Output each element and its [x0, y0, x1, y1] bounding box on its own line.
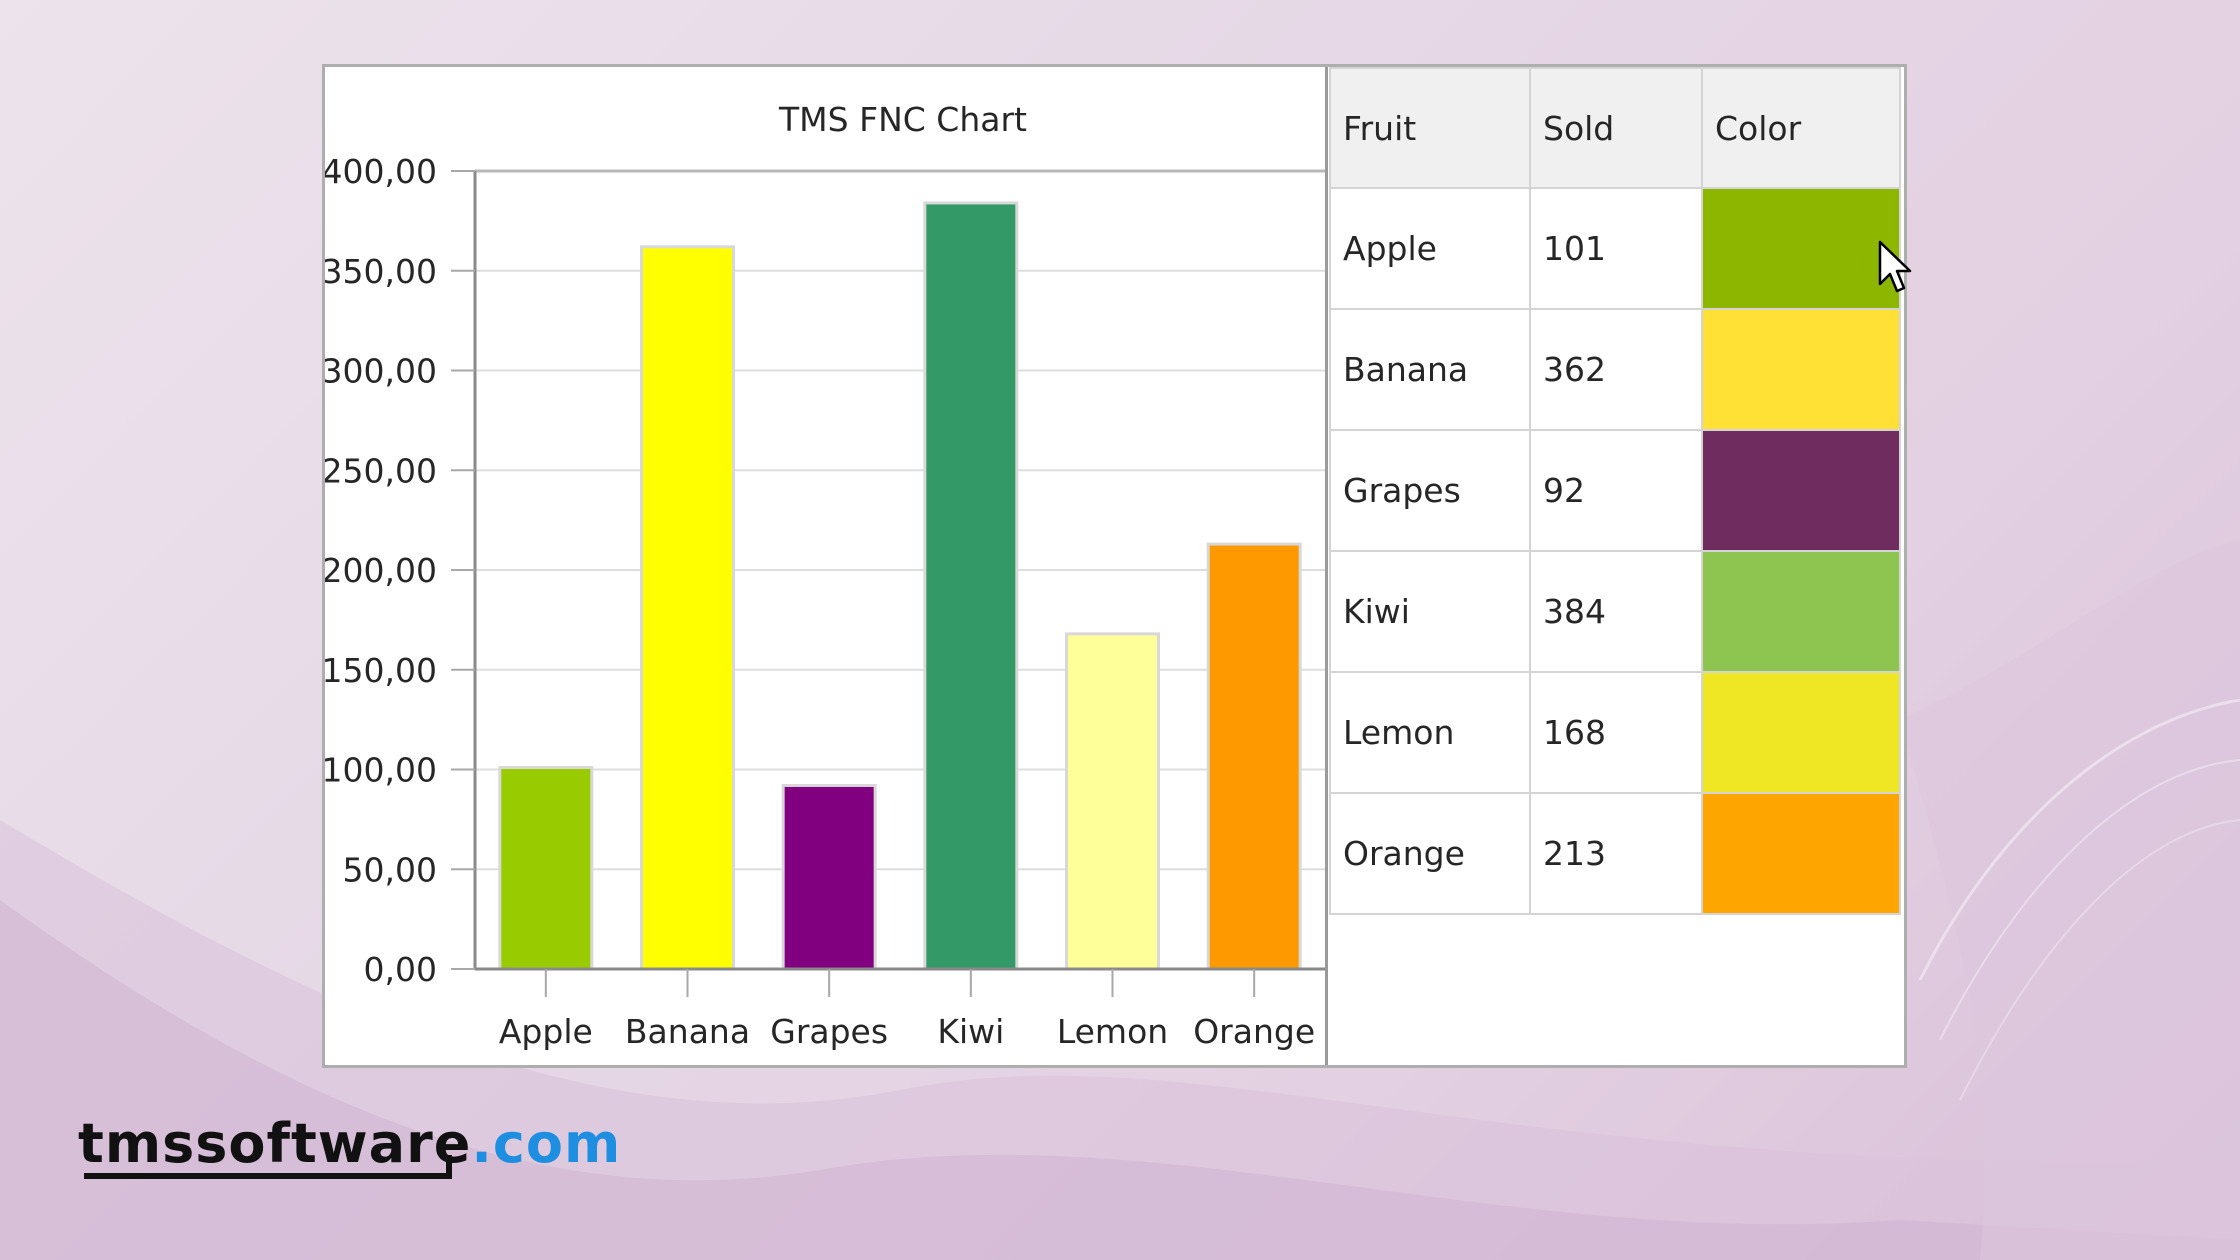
table-row[interactable]: Apple 101	[1329, 187, 1901, 310]
logo-underline-tick	[446, 1155, 452, 1179]
cell-sold[interactable]: 101	[1529, 187, 1703, 310]
y-tick-label: 350,00	[325, 252, 437, 291]
x-tick-label: Apple	[499, 1012, 593, 1051]
bar-lemon[interactable]	[1065, 632, 1160, 971]
gridlines	[475, 269, 1325, 871]
bar-banana[interactable]	[640, 245, 735, 971]
table-header-row: Fruit Sold Color	[1329, 67, 1901, 189]
x-axis: Apple Banana Grapes Kiwi Lemon Orange	[499, 969, 1315, 1051]
chart-title: TMS FNC Chart	[778, 100, 1027, 139]
table-row[interactable]: Lemon 168	[1329, 671, 1901, 794]
logo-domain-text: .com	[471, 1112, 622, 1175]
color-swatch	[1703, 189, 1899, 308]
y-tick-label: 100,00	[325, 751, 437, 790]
cell-color[interactable]	[1701, 308, 1901, 431]
cell-color[interactable]	[1701, 550, 1901, 673]
x-tick-label: Orange	[1193, 1012, 1315, 1051]
column-header-color[interactable]: Color	[1701, 67, 1901, 189]
y-tick-label: 250,00	[325, 451, 437, 490]
cell-color[interactable]	[1701, 429, 1901, 552]
y-axis: 0,00 50,00 100,00 150,00 200,00 250,00 300,00 3…	[325, 152, 475, 989]
cell-fruit[interactable]: Lemon	[1329, 671, 1531, 794]
y-tick-label: 50,00	[343, 850, 437, 889]
cell-fruit[interactable]: Kiwi	[1329, 550, 1531, 673]
y-tick-label: 300,00	[325, 352, 437, 391]
x-tick-label: Banana	[625, 1012, 750, 1051]
color-swatch	[1703, 431, 1899, 550]
cell-fruit[interactable]: Orange	[1329, 792, 1531, 915]
y-tick-label: 0,00	[364, 950, 437, 989]
table-row[interactable]: Orange 213	[1329, 792, 1901, 915]
color-swatch	[1703, 673, 1899, 792]
cell-color[interactable]	[1701, 792, 1901, 915]
table-row[interactable]: Grapes 92	[1329, 429, 1901, 552]
y-tick-label: 400,00	[325, 152, 437, 191]
color-swatch	[1703, 794, 1899, 913]
bar-chart: TMS FNC Chart 0,00 50,00 100,00 150,00 200,0…	[325, 67, 1328, 1065]
bar-apple[interactable]	[498, 766, 594, 971]
y-tick-label: 200,00	[325, 551, 437, 590]
cell-sold[interactable]: 362	[1529, 308, 1703, 431]
x-tick-label: Grapes	[770, 1012, 888, 1051]
fruit-table: Fruit Sold Color Apple 101 Banana 362 Grapes…	[1329, 67, 1901, 915]
cell-sold[interactable]: 168	[1529, 671, 1703, 794]
bars	[498, 201, 1302, 971]
cell-color[interactable]	[1701, 671, 1901, 794]
column-header-sold[interactable]: Sold	[1529, 67, 1703, 189]
cell-sold[interactable]: 92	[1529, 429, 1703, 552]
color-swatch	[1703, 552, 1899, 671]
cell-sold[interactable]: 213	[1529, 792, 1703, 915]
cell-fruit[interactable]: Grapes	[1329, 429, 1531, 552]
table-row[interactable]: Banana 362	[1329, 308, 1901, 431]
color-swatch	[1703, 310, 1899, 429]
cell-color[interactable]	[1701, 187, 1901, 310]
cell-fruit[interactable]: Banana	[1329, 308, 1531, 431]
logo-main-text: tmssoftware	[78, 1112, 472, 1175]
chart-canvas: TMS FNC Chart 0,00 50,00 100,00 150,00 200,0…	[325, 100, 1325, 1051]
bar-orange[interactable]	[1206, 542, 1302, 971]
x-tick-label: Kiwi	[937, 1012, 1004, 1051]
mouse-pointer-icon	[1878, 240, 1912, 293]
tmssoftware-logo: tmssoftware.com	[78, 1108, 621, 1180]
logo-underline	[84, 1173, 452, 1179]
bar-grapes[interactable]	[781, 783, 877, 971]
y-tick-label: 150,00	[325, 651, 437, 690]
cell-fruit[interactable]: Apple	[1329, 187, 1531, 310]
data-grid: Fruit Sold Color Apple 101 Banana 362 Grapes…	[1329, 67, 1904, 1065]
bar-kiwi[interactable]	[923, 201, 1019, 971]
app-window: TMS FNC Chart 0,00 50,00 100,00 150,00 200,0…	[322, 64, 1907, 1068]
column-header-fruit[interactable]: Fruit	[1329, 67, 1531, 189]
table-row[interactable]: Kiwi 384	[1329, 550, 1901, 673]
cell-sold[interactable]: 384	[1529, 550, 1703, 673]
x-tick-label: Lemon	[1057, 1012, 1168, 1051]
